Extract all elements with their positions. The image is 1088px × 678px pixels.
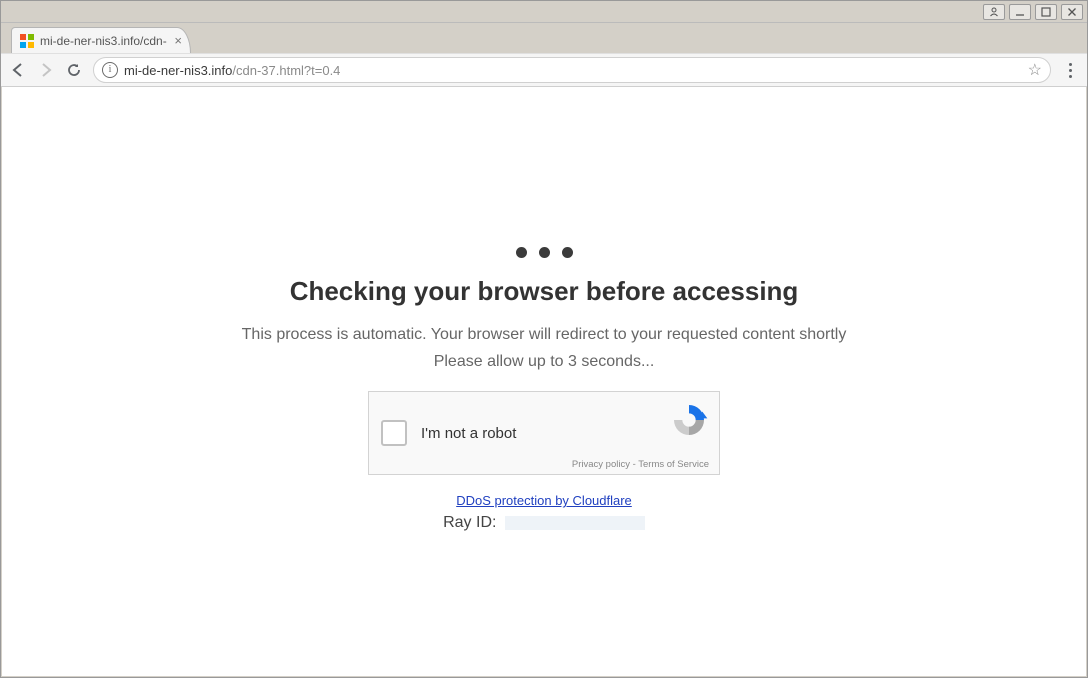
reload-button[interactable] — [65, 61, 83, 79]
bookmark-star-icon[interactable]: ☆ — [1028, 60, 1042, 80]
page-viewport: Checking your browser before accessing T… — [2, 87, 1086, 676]
page-content: Checking your browser before accessing T… — [2, 87, 1086, 532]
subtext-line1: This process is automatic. Your browser … — [2, 321, 1086, 348]
favicon-icon — [20, 34, 34, 48]
site-info-icon[interactable]: i — [102, 62, 118, 78]
recaptcha-checkbox[interactable] — [381, 420, 407, 446]
loading-dots-icon — [2, 247, 1086, 258]
maximize-button[interactable] — [1035, 4, 1057, 20]
recaptcha-widget: I'm not a robot Privacy policy - Terms o… — [368, 391, 720, 475]
close-window-button[interactable] — [1061, 4, 1083, 20]
ddos-attribution: DDoS protection by Cloudflare — [2, 493, 1086, 508]
recaptcha-logo-icon — [669, 400, 709, 445]
recaptcha-terms: Privacy policy - Terms of Service — [572, 459, 709, 470]
ray-id-label: Ray ID: — [443, 514, 496, 531]
menu-button[interactable] — [1061, 63, 1079, 78]
tab-strip: mi-de-ner-nis3.info/cdn- × — [1, 23, 1087, 53]
recaptcha-privacy-link[interactable]: Privacy policy — [572, 459, 630, 470]
browser-tab[interactable]: mi-de-ner-nis3.info/cdn- × — [11, 27, 191, 53]
ray-id-row: Ray ID: — [2, 514, 1086, 532]
user-button[interactable] — [983, 4, 1005, 20]
address-bar[interactable]: i mi-de-ner-nis3.info/cdn-37.html?t=0.4 … — [93, 57, 1051, 83]
back-button[interactable] — [9, 61, 27, 79]
minimize-button[interactable] — [1009, 4, 1031, 20]
close-tab-icon[interactable]: × — [174, 33, 182, 48]
window-titlebar — [1, 1, 1087, 23]
page-heading: Checking your browser before accessing — [2, 276, 1086, 307]
browser-window: mi-de-ner-nis3.info/cdn- × i mi-de-ner-n… — [0, 0, 1088, 678]
recaptcha-label: I'm not a robot — [421, 425, 516, 442]
ddos-link[interactable]: DDoS protection by Cloudflare — [456, 493, 632, 508]
recaptcha-tos-link[interactable]: Terms of Service — [638, 459, 709, 470]
forward-button — [37, 61, 55, 79]
toolbar: i mi-de-ner-nis3.info/cdn-37.html?t=0.4 … — [1, 53, 1087, 87]
tab-title: mi-de-ner-nis3.info/cdn- — [40, 34, 167, 48]
url-text: mi-de-ner-nis3.info/cdn-37.html?t=0.4 — [124, 63, 340, 78]
page-subtext: This process is automatic. Your browser … — [2, 321, 1086, 375]
subtext-line2: Please allow up to 3 seconds... — [2, 348, 1086, 375]
ray-id-value-redacted — [505, 516, 645, 530]
